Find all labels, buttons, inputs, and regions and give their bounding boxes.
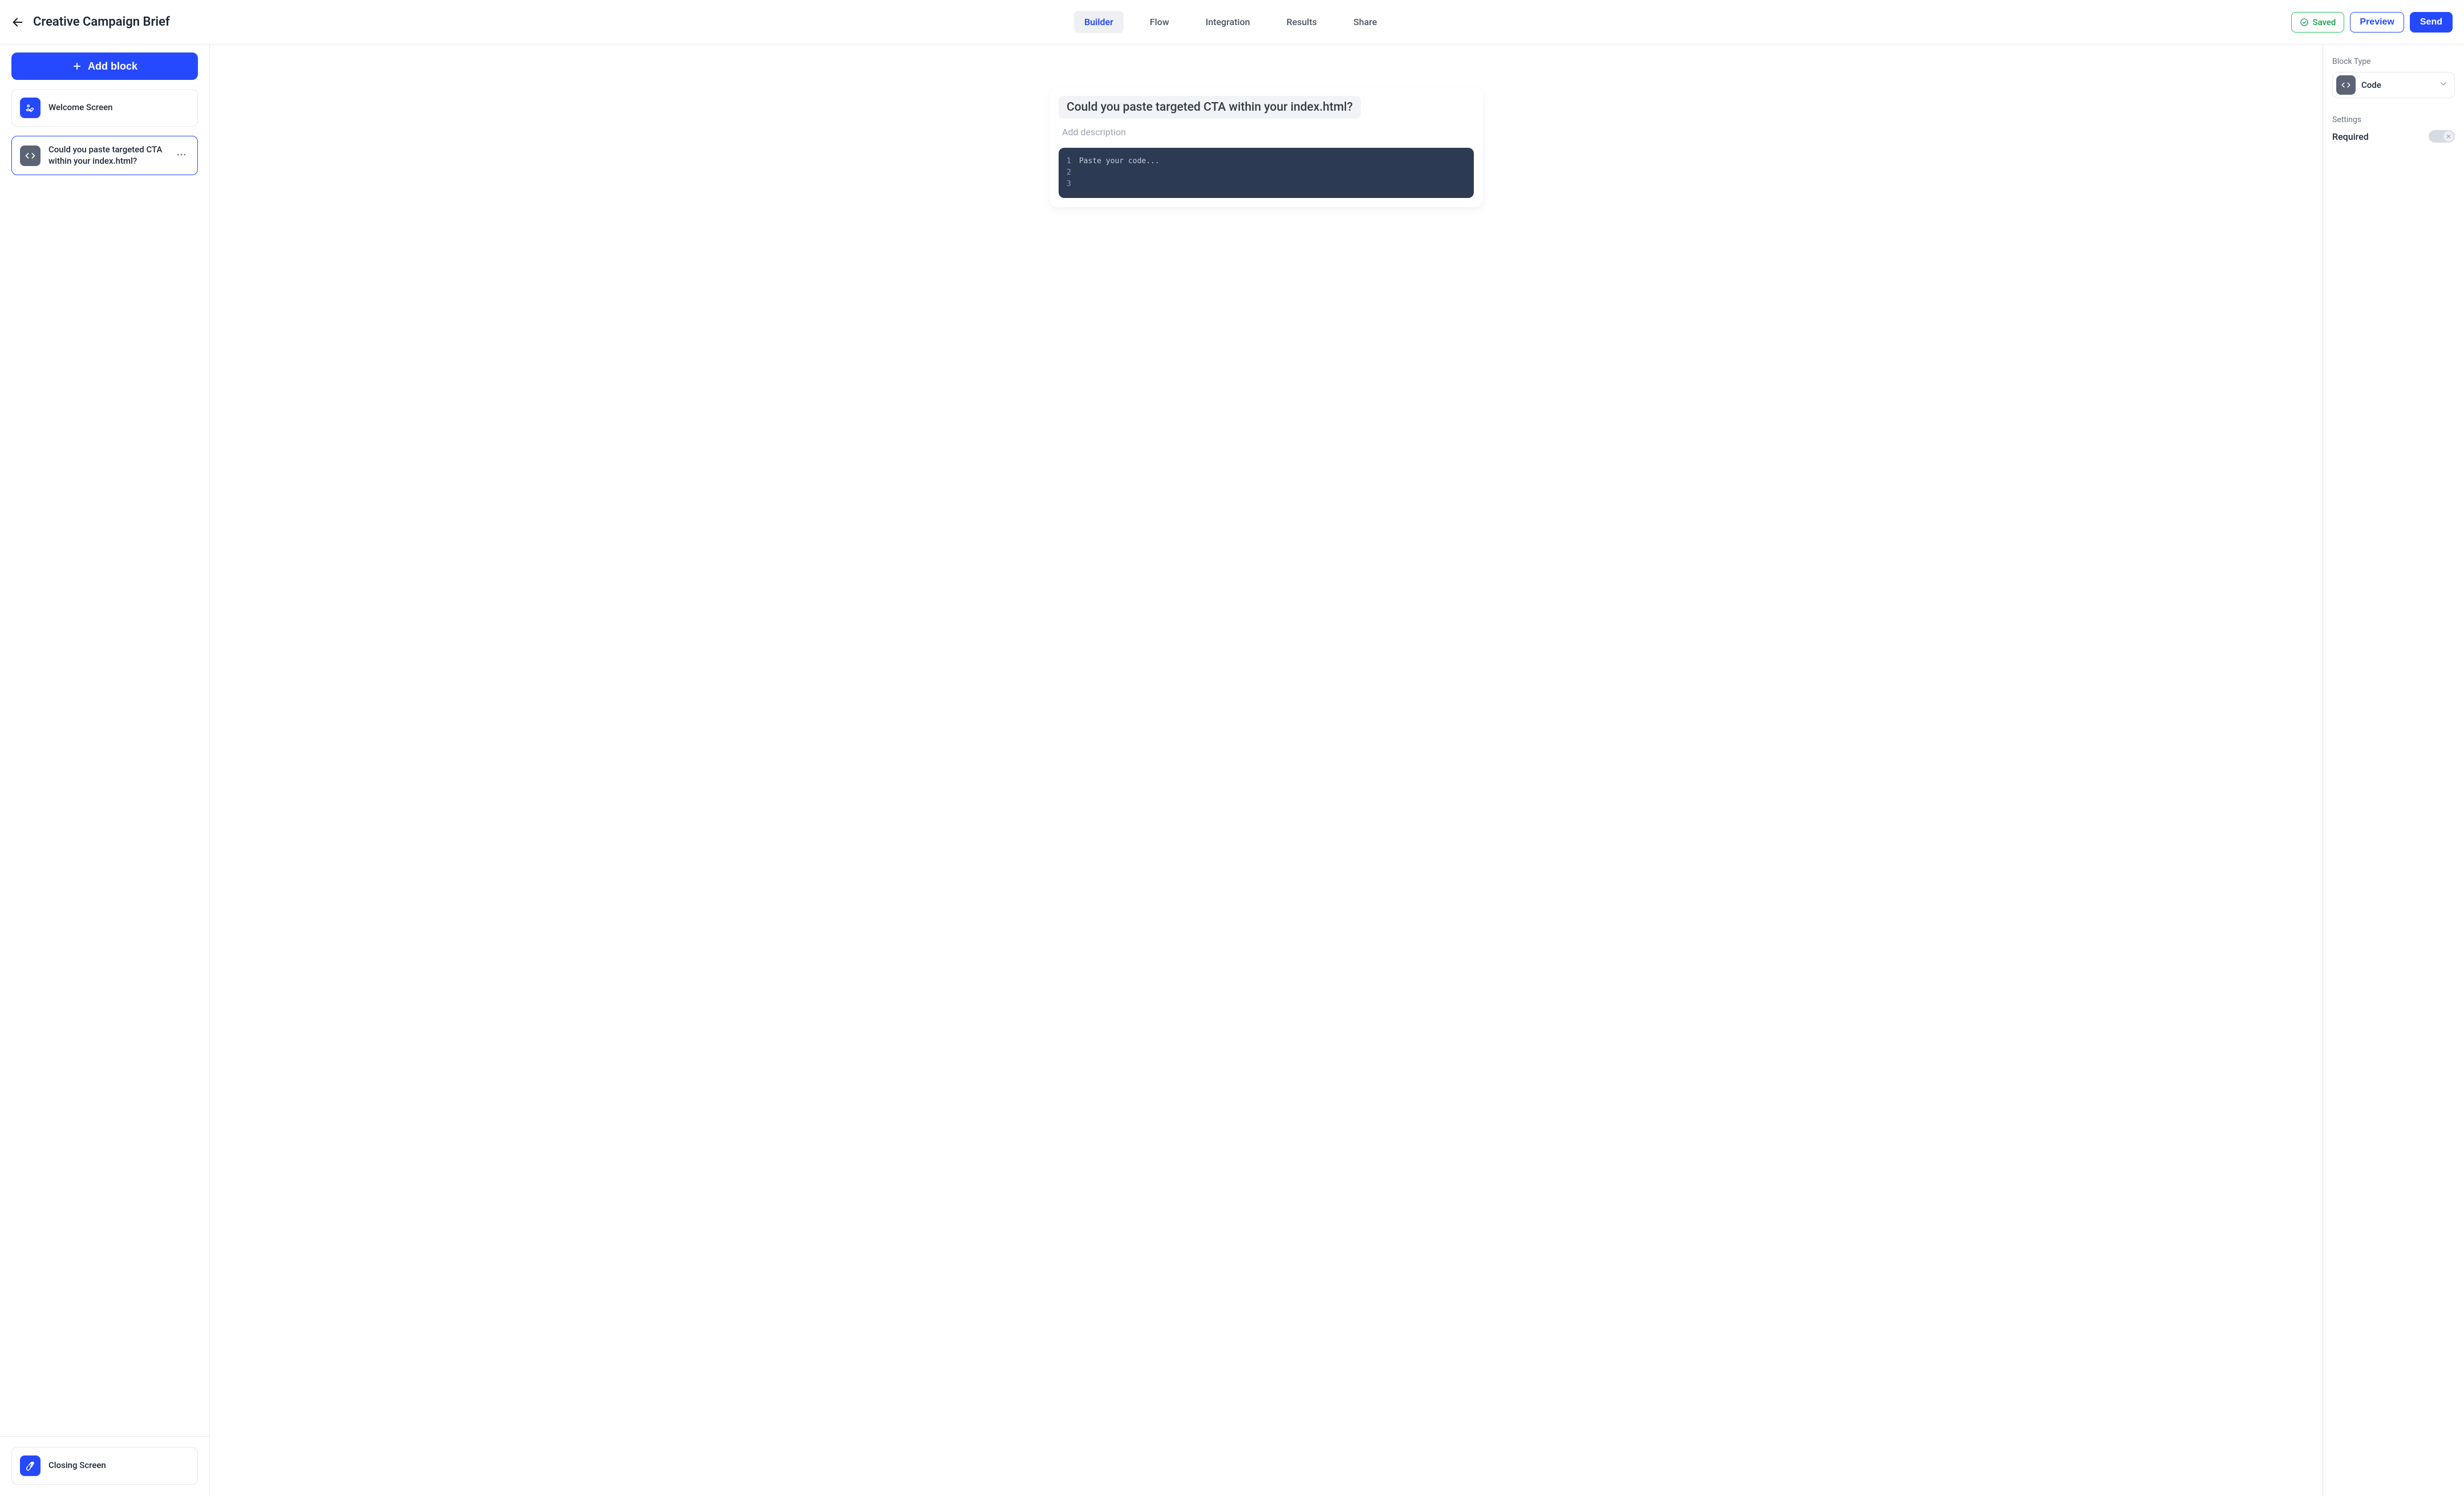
sidebar-bottom: Closing Screen	[0, 1436, 209, 1496]
check-circle-icon	[2300, 18, 2309, 27]
code-editor[interactable]: 1 2 3 Paste your code...	[1059, 148, 1474, 198]
code-placeholder: Paste your code...	[1079, 156, 1160, 190]
sidebar: Add block Welcome Screen Could you paste…	[0, 45, 210, 1496]
sidebar-block-label: Could you paste targeted CTA within your…	[48, 144, 165, 167]
toggle-knob	[2443, 131, 2454, 141]
preview-button[interactable]: Preview	[2350, 12, 2404, 33]
welcome-screen-icon	[20, 98, 40, 118]
back-arrow-button[interactable]	[11, 16, 24, 29]
right-panel: Block Type Code Settings Required	[2323, 45, 2464, 1496]
tab-integration[interactable]: Integration	[1195, 11, 1261, 33]
sidebar-block-label: Welcome Screen	[48, 102, 113, 114]
wave-icon	[20, 1455, 40, 1476]
settings-heading: Settings	[2332, 115, 2455, 124]
required-toggle[interactable]	[2429, 130, 2455, 143]
tab-share[interactable]: Share	[1343, 11, 1387, 33]
required-setting-row: Required	[2332, 130, 2455, 143]
header-bar: Creative Campaign Brief Builder Flow Int…	[0, 0, 2464, 45]
sidebar-block-code-question[interactable]: Could you paste targeted CTA within your…	[11, 136, 198, 175]
question-description-input[interactable]: Add description	[1059, 127, 1474, 138]
main-layout: Add block Welcome Screen Could you paste…	[0, 45, 2464, 1496]
tab-builder[interactable]: Builder	[1074, 11, 1124, 33]
header-left: Creative Campaign Brief	[11, 15, 170, 29]
code-line-gutter: 1 2 3	[1067, 156, 1079, 190]
chevron-down-icon	[2438, 79, 2449, 91]
block-type-value: Code	[2361, 80, 2381, 90]
header-right: Saved Preview Send	[2291, 12, 2453, 33]
plus-icon	[72, 61, 82, 71]
header-tabs: Builder Flow Integration Results Share	[181, 11, 2280, 33]
question-title-input[interactable]: Could you paste targeted CTA within your…	[1059, 96, 1361, 119]
line-number: 2	[1067, 167, 1071, 179]
block-more-button[interactable]	[173, 147, 189, 165]
document-title: Creative Campaign Brief	[33, 15, 170, 29]
x-icon	[2446, 134, 2451, 139]
sidebar-block-closing[interactable]: Closing Screen	[11, 1447, 198, 1485]
more-horizontal-icon	[176, 149, 187, 160]
send-button[interactable]: Send	[2410, 12, 2453, 33]
line-number: 3	[1067, 179, 1071, 190]
tab-flow[interactable]: Flow	[1140, 11, 1180, 33]
question-card: Could you paste targeted CTA within your…	[1049, 88, 1483, 207]
sidebar-block-label: Closing Screen	[48, 1460, 106, 1471]
arrow-left-icon	[11, 16, 24, 29]
line-number: 1	[1067, 156, 1071, 167]
block-type-select[interactable]: Code	[2332, 72, 2455, 98]
saved-label: Saved	[2312, 17, 2336, 27]
block-type-heading: Block Type	[2332, 57, 2455, 66]
code-icon	[20, 145, 40, 166]
saved-status: Saved	[2291, 12, 2344, 33]
sidebar-top: Add block Welcome Screen Could you paste…	[0, 45, 209, 1436]
required-label: Required	[2332, 131, 2369, 142]
tab-results[interactable]: Results	[1276, 11, 1327, 33]
add-block-button[interactable]: Add block	[11, 52, 198, 80]
sidebar-block-welcome[interactable]: Welcome Screen	[11, 89, 198, 127]
code-icon	[2336, 75, 2356, 95]
canvas-area: Could you paste targeted CTA within your…	[210, 45, 2323, 1496]
add-block-label: Add block	[88, 60, 137, 72]
